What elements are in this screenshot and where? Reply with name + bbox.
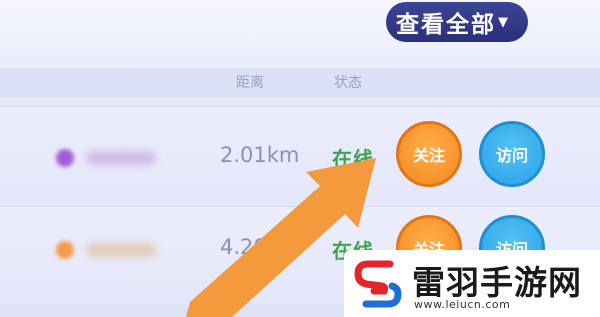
caret-down-icon: ▼ <box>498 14 510 30</box>
view-all-label: 查看全部 <box>396 12 496 38</box>
watermark-url: www.leiucn.com <box>414 298 511 311</box>
follow-button[interactable]: 关注 <box>396 121 462 187</box>
table-row: 2.01km 在线 关注 访问 <box>0 106 600 205</box>
visit-button[interactable]: 访问 <box>479 121 545 187</box>
avatar <box>56 241 74 259</box>
view-all-button[interactable]: 查看全部 ▼ <box>386 2 528 42</box>
watermark-brand: 雷羽手游网 <box>412 263 582 302</box>
distance-text: 2.01km <box>220 143 300 167</box>
friends-panel: 查看全部 ▼ 距离 状态 2.01km 在线 关注 访问 4.20km 在线 关… <box>0 0 600 317</box>
status-online: 在线 <box>332 147 374 171</box>
player-name-blurred <box>86 243 156 257</box>
follow-label: 关注 <box>412 146 445 165</box>
table-header <box>0 68 600 98</box>
visit-label: 访问 <box>495 146 528 165</box>
distance-text: 4.20km <box>220 235 300 259</box>
brand-mark-icon <box>354 260 402 308</box>
avatar <box>56 149 74 167</box>
column-header-status: 状态 <box>334 75 362 91</box>
player-name-blurred <box>86 151 156 165</box>
watermark-logo: 雷羽手游网 www.leiucn.com <box>344 250 600 317</box>
column-header-distance: 距离 <box>236 75 264 91</box>
